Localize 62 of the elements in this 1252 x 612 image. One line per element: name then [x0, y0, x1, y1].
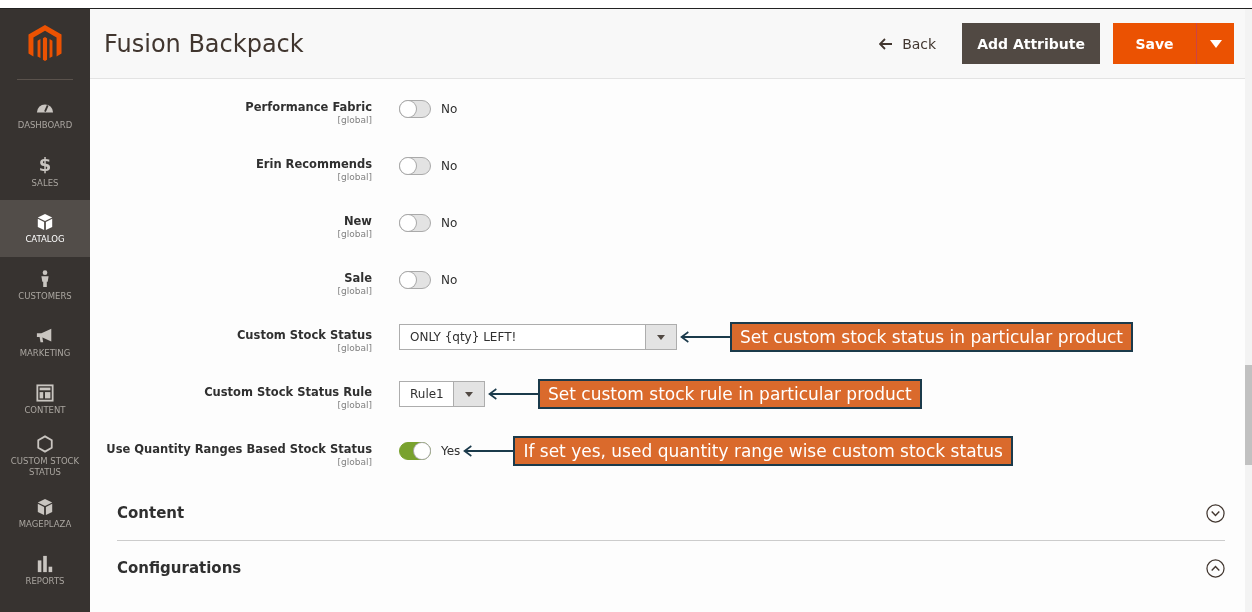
field-label: Custom Stock Status Rule	[204, 385, 372, 399]
toggle-switch[interactable]	[399, 271, 431, 289]
caret-icon	[465, 391, 473, 397]
field-label: Performance Fabric	[245, 100, 372, 114]
scope-label: [global]	[337, 172, 372, 182]
caret-icon	[657, 334, 665, 340]
field-label: Custom Stock Status	[236, 328, 372, 342]
sidebar-item[interactable]: CATALOG	[0, 200, 90, 257]
field-label: Use Quantity Ranges Based Stock Status	[106, 442, 372, 456]
scope-label: [global]	[337, 229, 372, 239]
scrollbar-thumb[interactable]	[1245, 365, 1252, 465]
sidebar-item[interactable]: MAGEPLAZA	[0, 485, 90, 542]
toggle-switch[interactable]	[399, 100, 431, 118]
toggle-switch[interactable]	[399, 442, 431, 460]
sidebar-item[interactable]: $ SALES	[0, 143, 90, 200]
save-button[interactable]: Save	[1113, 23, 1196, 64]
back-link[interactable]: Back	[879, 35, 937, 52]
toggle-value: No	[441, 216, 458, 230]
box-icon	[36, 212, 54, 231]
sidebar-item[interactable]: REPORTS	[0, 542, 90, 599]
annotation-callout: If set yes, used quantity range wise custom stock status	[513, 436, 1013, 466]
sidebar-item[interactable]: CONTENT	[0, 371, 90, 428]
save-dropdown-button[interactable]	[1196, 23, 1234, 64]
hexagon-icon	[36, 435, 54, 453]
toggle-switch[interactable]	[399, 157, 431, 175]
annotation-callout: Set custom stock status in particular product	[730, 322, 1133, 352]
logo-icon	[28, 25, 62, 63]
bar-chart-icon	[36, 554, 54, 573]
caret-icon	[1209, 39, 1222, 48]
scope-label: [global]	[337, 457, 372, 467]
field-label: Sale	[344, 271, 372, 285]
sidebar-item[interactable]: DASHBOARD	[0, 86, 90, 143]
annotation-callout: Set custom stock rule in particular product	[538, 379, 922, 409]
toggle-value: No	[441, 159, 458, 173]
section-header[interactable]: Content	[117, 486, 1225, 541]
callout-arrow	[488, 388, 538, 400]
scope-label: [global]	[337, 115, 372, 125]
callout-arrow	[463, 445, 514, 457]
megaphone-icon	[36, 326, 54, 345]
toggle-switch[interactable]	[399, 214, 431, 232]
sidebar-item[interactable]: CUSTOMERS	[0, 257, 90, 314]
chevron-up-icon	[1206, 558, 1225, 578]
scope-label: [global]	[337, 343, 372, 353]
select-field[interactable]: Rule1	[399, 381, 485, 407]
layout-icon	[36, 383, 54, 402]
sidebar-item[interactable]: CUSTOM STOCK STATUS	[0, 428, 90, 485]
arrow-left-icon	[879, 37, 894, 50]
toggle-value: No	[441, 273, 458, 287]
box-icon	[36, 497, 54, 516]
page-title: Fusion Backpack	[104, 29, 304, 58]
add-attribute-button[interactable]: Add Attribute	[962, 23, 1100, 64]
toggle-value: No	[441, 102, 458, 116]
toggle-value: Yes	[441, 444, 461, 458]
field-label: New	[343, 214, 372, 228]
scope-label: [global]	[337, 400, 372, 410]
select-field[interactable]: ONLY {qty} LEFT!	[399, 324, 677, 350]
sidebar-item[interactable]: MARKETING	[0, 314, 90, 371]
section-header[interactable]: Configurations	[117, 541, 1225, 595]
scope-label: [global]	[337, 286, 372, 296]
chevron-down-icon	[1206, 503, 1225, 523]
callout-arrow	[680, 331, 730, 343]
field-label: Erin Recommends	[255, 157, 372, 171]
